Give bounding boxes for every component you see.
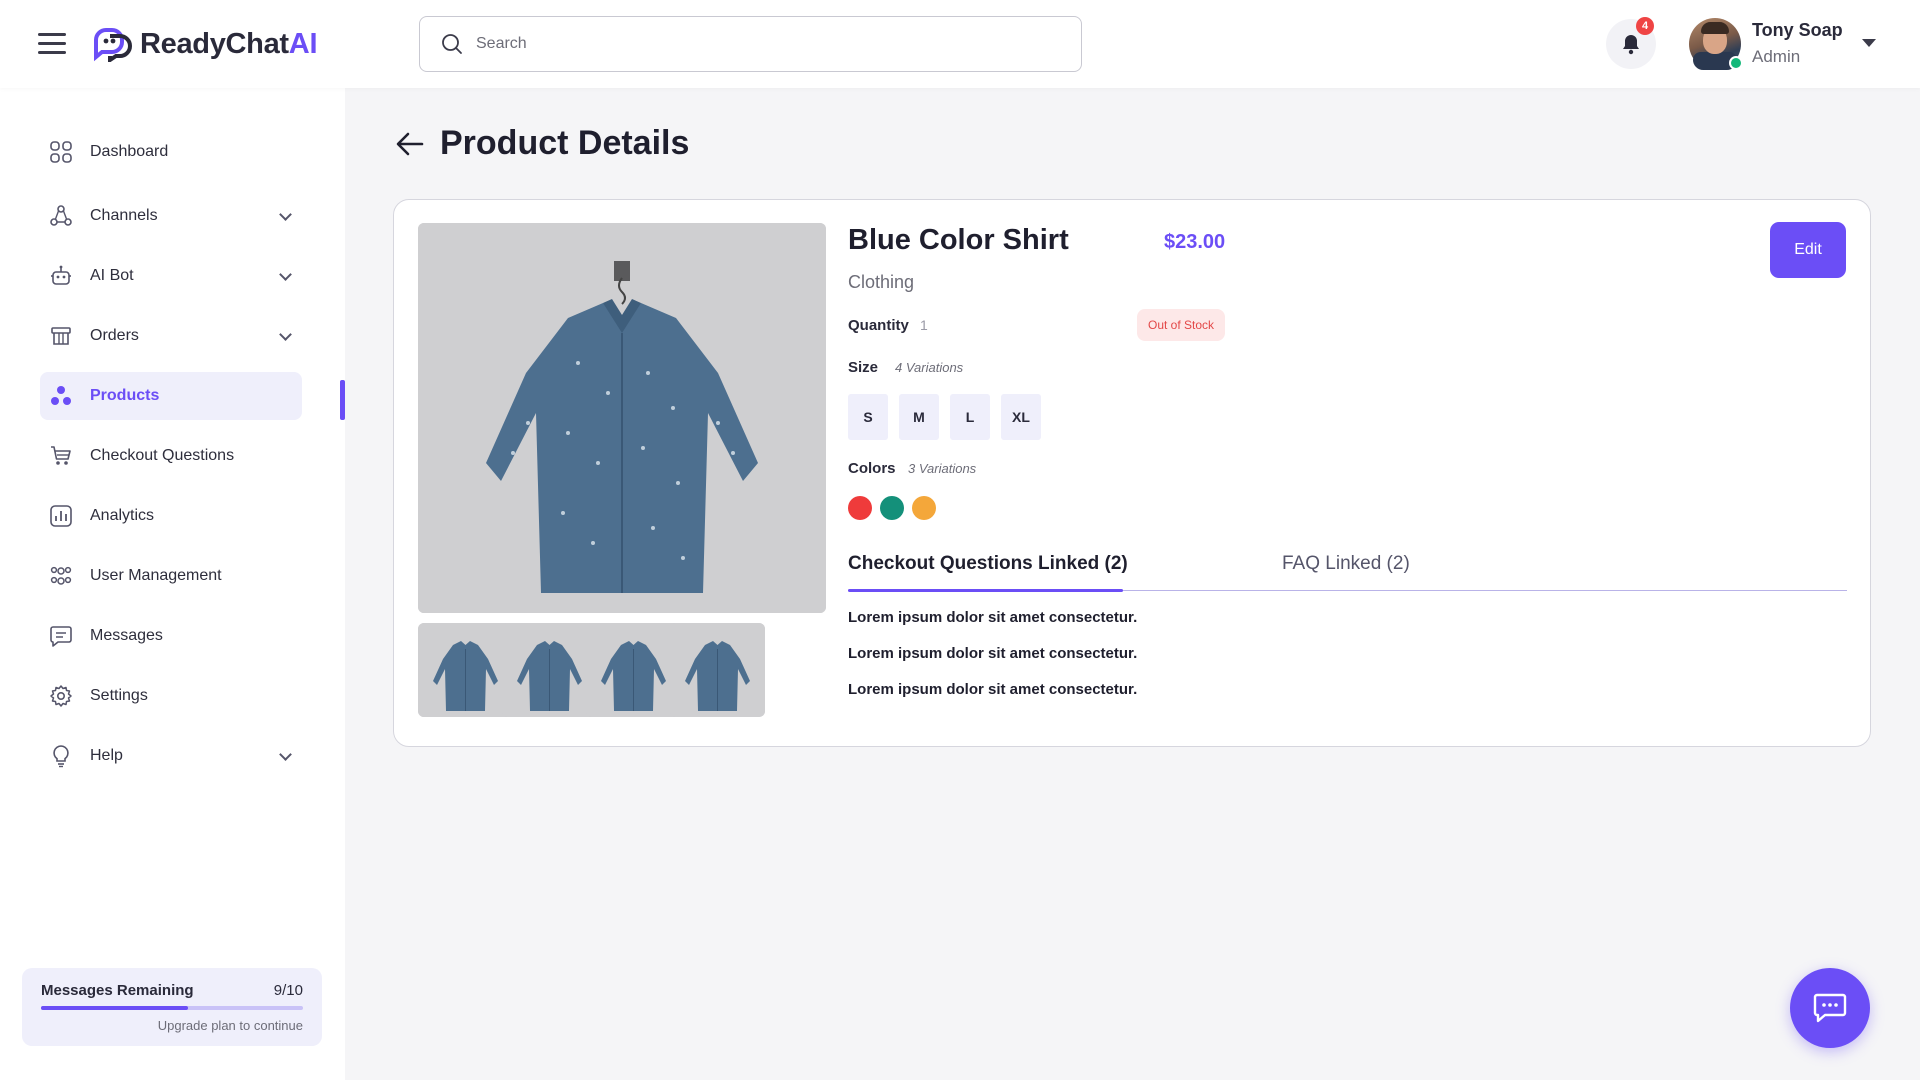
sidebar-item-label: Checkout Questions	[90, 447, 235, 464]
quota-label: Messages Remaining	[41, 982, 194, 999]
analytics-icon	[48, 503, 74, 529]
search-icon	[442, 34, 462, 54]
sidebar-item-checkout-questions[interactable]: Checkout Questions	[40, 432, 302, 480]
sidebar-item-help[interactable]: Help	[40, 732, 302, 780]
quota-progress-bar	[41, 1006, 303, 1010]
products-icon	[48, 383, 74, 409]
size-label: Size	[848, 359, 879, 376]
cart-icon	[48, 443, 74, 469]
grid-icon	[48, 139, 74, 165]
chevron-down-icon	[279, 208, 292, 221]
chevron-down-icon	[279, 328, 292, 341]
tab-faq-linked[interactable]: FAQ Linked (2)	[1282, 553, 1410, 575]
orders-icon	[48, 323, 74, 349]
size-option-l[interactable]: L	[950, 394, 990, 440]
size-variations: 4 Variations	[895, 360, 964, 375]
colors-variations: 3 Variations	[908, 461, 977, 476]
linked-question-item[interactable]: Lorem ipsum dolor sit amet consectetur.	[848, 609, 1137, 626]
linked-question-item[interactable]: Lorem ipsum dolor sit amet consectetur.	[848, 681, 1137, 698]
notification-count-badge: 4	[1636, 17, 1654, 35]
product-name: Blue Color Shirt	[848, 224, 1069, 256]
online-status-dot	[1729, 56, 1743, 70]
colors-label: Colors	[848, 460, 896, 477]
linked-question-item[interactable]: Lorem ipsum dolor sit amet consectetur.	[848, 645, 1137, 662]
sidebar-item-messages[interactable]: Messages	[40, 612, 302, 660]
size-option-xl[interactable]: XL	[1001, 394, 1041, 440]
user-name: Tony Soap	[1752, 20, 1843, 40]
color-swatch-orange[interactable]	[912, 496, 936, 520]
messages-quota-card: Messages Remaining 9/10 Upgrade plan to …	[22, 968, 322, 1046]
menu-icon[interactable]	[38, 33, 66, 55]
size-option-m[interactable]: M	[899, 394, 939, 440]
logo[interactable]: ReadyChatAI	[92, 26, 318, 64]
color-swatch-red[interactable]	[848, 496, 872, 520]
quantity-label: Quantity	[848, 317, 909, 334]
active-indicator	[340, 380, 345, 420]
lightbulb-icon	[48, 743, 74, 769]
chat-icon	[1813, 993, 1847, 1023]
chat-button[interactable]	[1790, 968, 1870, 1048]
top-bar: ReadyChatAI 4 Tony Soap Admin	[0, 0, 1920, 88]
size-option-s[interactable]: S	[848, 394, 888, 440]
brand-prefix: ReadyChat	[140, 27, 289, 60]
sidebar-item-label: Products	[90, 387, 160, 404]
sidebar-item-label: AI Bot	[90, 267, 134, 284]
search-box	[419, 16, 1082, 72]
chevron-down-icon	[279, 748, 292, 761]
sidebar-item-orders[interactable]: Orders	[40, 312, 302, 360]
sidebar-item-label: Help	[90, 747, 123, 764]
product-thumbnail[interactable]	[586, 623, 681, 717]
chevron-down-icon	[279, 268, 292, 281]
sidebar-item-ai-bot[interactable]: AI Bot	[40, 252, 302, 300]
user-menu-caret-icon[interactable]	[1862, 39, 1876, 47]
channels-icon	[48, 203, 74, 229]
user-role: Admin	[1752, 47, 1801, 66]
sidebar: Dashboard Channels AI Bot Orders Product…	[0, 88, 345, 1080]
brand-name: ReadyChatAI	[140, 27, 318, 61]
product-details-card: Blue Color Shirt $23.00 Clothing Quantit…	[393, 199, 1871, 747]
message-icon	[48, 623, 74, 649]
robot-icon	[48, 263, 74, 289]
product-thumbnail[interactable]	[418, 623, 513, 717]
logo-icon	[92, 26, 136, 64]
sidebar-item-label: Dashboard	[90, 143, 169, 160]
product-category: Clothing	[848, 272, 915, 292]
stock-status-badge: Out of Stock	[1137, 309, 1226, 341]
quota-progress-fill	[41, 1006, 188, 1010]
brand-suffix: AI	[288, 27, 318, 60]
product-thumbnail[interactable]	[502, 623, 597, 717]
sidebar-item-label: Channels	[90, 207, 158, 224]
quota-count: 9/10	[273, 982, 303, 999]
sidebar-item-analytics[interactable]: Analytics	[40, 492, 302, 540]
bell-icon	[1623, 35, 1639, 55]
search-input[interactable]	[476, 35, 1036, 53]
gear-icon	[48, 683, 74, 709]
sidebar-item-label: Orders	[90, 327, 139, 344]
product-main-image[interactable]	[418, 223, 826, 613]
edit-button[interactable]: Edit	[1770, 222, 1846, 278]
users-icon	[48, 563, 74, 589]
sidebar-item-user-management[interactable]: User Management	[40, 552, 302, 600]
sidebar-item-dashboard[interactable]: Dashboard	[40, 128, 302, 176]
avatar[interactable]	[1689, 18, 1743, 70]
product-price: $23.00	[1164, 231, 1226, 253]
sidebar-item-label: Messages	[90, 627, 163, 644]
color-swatch-green[interactable]	[880, 496, 904, 520]
sidebar-item-settings[interactable]: Settings	[40, 672, 302, 720]
sidebar-item-products[interactable]: Products	[40, 372, 302, 420]
sidebar-item-label: Settings	[90, 687, 148, 704]
product-thumbnail[interactable]	[670, 623, 765, 717]
notifications-button[interactable]: 4	[1606, 17, 1656, 69]
upgrade-hint[interactable]: Upgrade plan to continue	[158, 1018, 303, 1033]
tab-checkout-questions-linked[interactable]: Checkout Questions Linked (2)	[848, 553, 1128, 575]
sidebar-item-label: User Management	[90, 567, 222, 584]
quantity-value: 1	[920, 317, 928, 333]
page-title: Product Details	[440, 124, 690, 162]
back-arrow-icon[interactable]	[394, 130, 426, 158]
sidebar-item-channels[interactable]: Channels	[40, 192, 302, 240]
active-tab-underline	[848, 589, 1123, 592]
sidebar-item-label: Analytics	[90, 507, 155, 524]
